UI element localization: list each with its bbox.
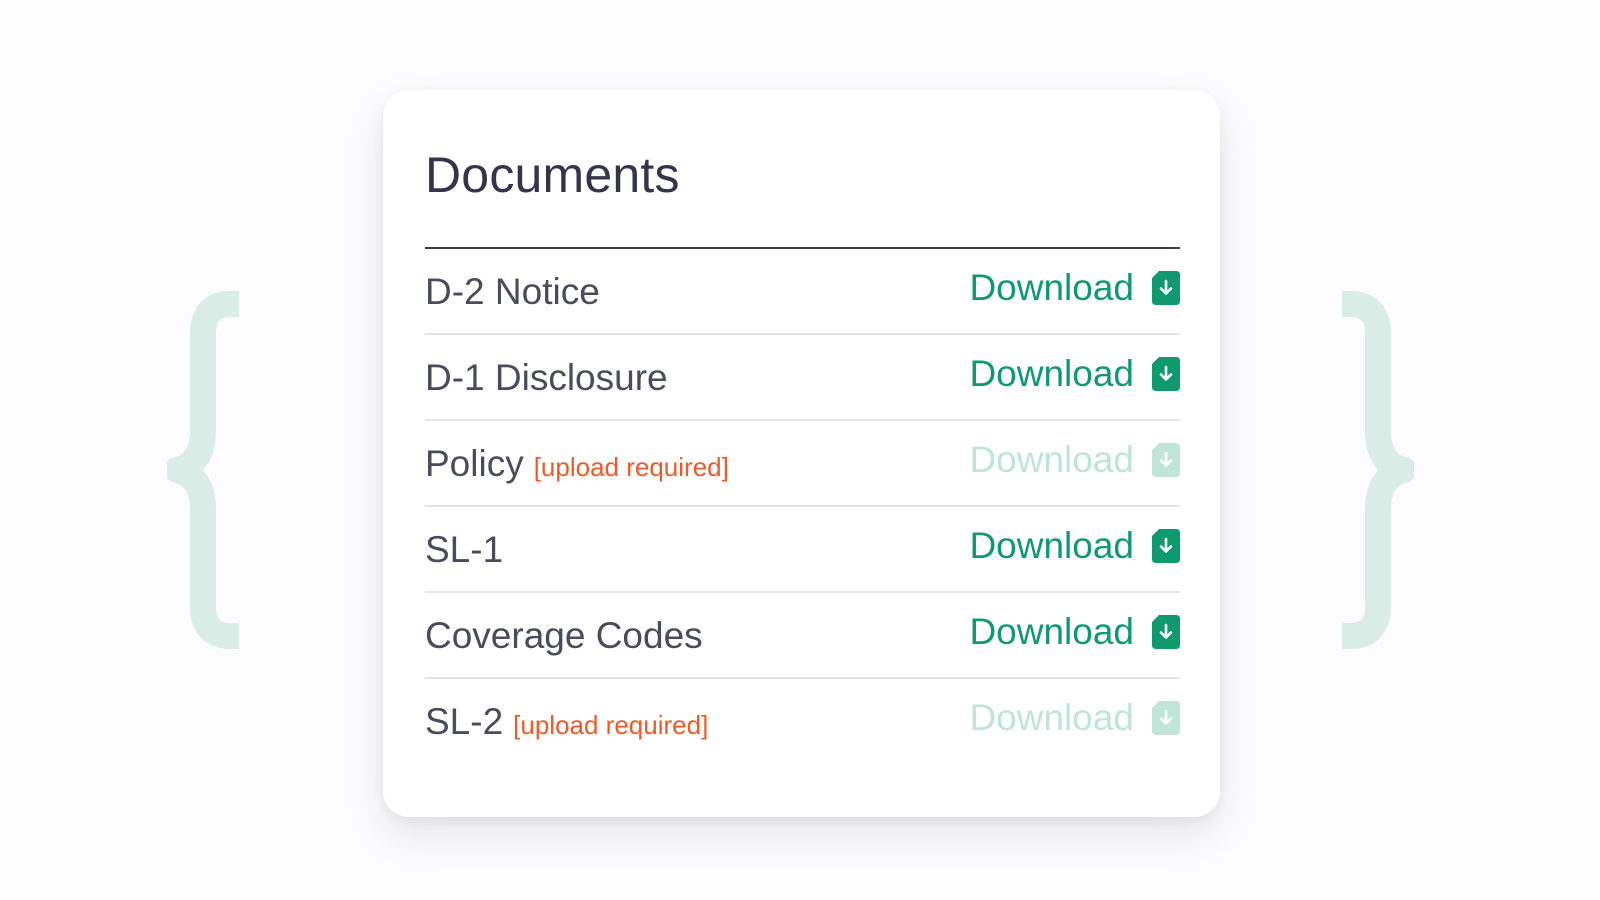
document-row: Coverage Codes Download — [425, 593, 1180, 679]
card-title: Documents — [425, 147, 680, 203]
download-link[interactable]: Download — [969, 613, 1180, 650]
download-label: Download — [969, 353, 1134, 394]
file-download-icon — [1152, 356, 1180, 391]
download-label: Download — [969, 697, 1134, 738]
download-label: Download — [969, 525, 1134, 566]
document-name: SL-1 — [425, 529, 504, 570]
file-download-icon — [1152, 700, 1180, 735]
document-name: D-1 Disclosure — [425, 357, 668, 398]
document-name: Policy [upload required] — [425, 443, 729, 484]
document-row: SL-1 Download — [425, 507, 1180, 593]
file-download-icon — [1152, 270, 1180, 305]
document-row: SL-2 [upload required] Download — [425, 679, 1180, 765]
document-row: D-1 Disclosure Download — [425, 335, 1180, 421]
left-curly-brace-icon — [167, 291, 244, 649]
document-name: SL-2 [upload required] — [425, 701, 709, 742]
download-label: Download — [969, 439, 1134, 480]
file-download-icon — [1152, 614, 1180, 649]
download-label: Download — [969, 267, 1134, 308]
document-row: D-2 Notice Download — [425, 249, 1180, 335]
document-name: Coverage Codes — [425, 615, 703, 656]
file-download-icon — [1152, 442, 1180, 477]
download-link[interactable]: Download — [969, 527, 1180, 564]
document-name: D-2 Notice — [425, 271, 600, 312]
right-curly-brace-icon — [1337, 291, 1414, 649]
download-label: Download — [969, 611, 1134, 652]
upload-required-badge: [upload required] — [513, 710, 709, 740]
document-row: Policy [upload required] Download — [425, 421, 1180, 507]
download-link[interactable]: Download — [969, 355, 1180, 392]
download-link[interactable]: Download — [969, 441, 1180, 478]
download-link[interactable]: Download — [969, 269, 1180, 306]
upload-required-badge: [upload required] — [533, 452, 729, 482]
download-link[interactable]: Download — [969, 699, 1180, 736]
document-list: D-2 Notice Download D-1 Disclosure Downl… — [425, 249, 1180, 765]
file-download-icon — [1152, 528, 1180, 563]
page-stage: Documents D-2 Notice Download D-1 Disclo… — [0, 0, 1600, 900]
documents-card: Documents D-2 Notice Download D-1 Disclo… — [383, 90, 1220, 817]
